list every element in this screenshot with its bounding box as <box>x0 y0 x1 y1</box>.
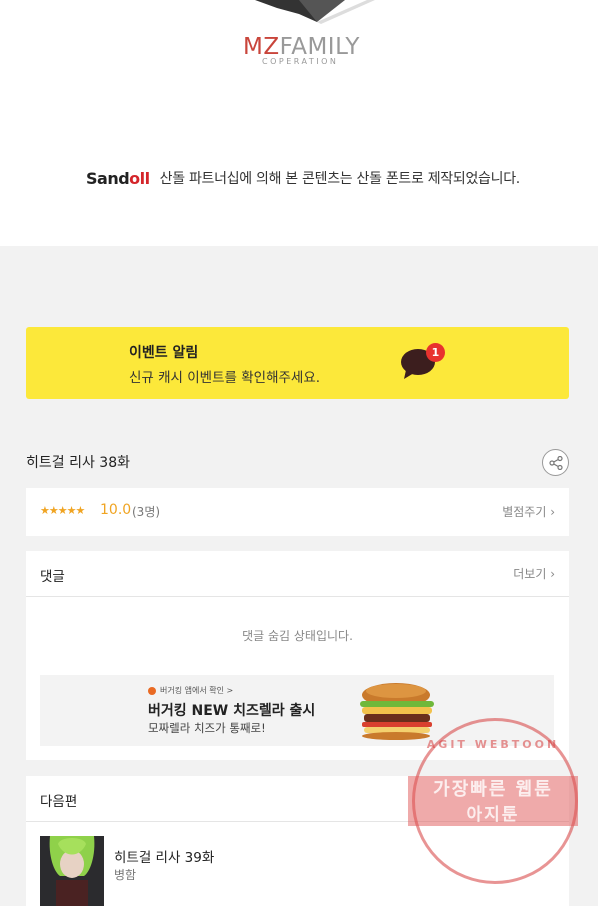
sandoll-notice: Sandoll 산돌 파트너십에 의해 본 콘텐츠는 산돌 폰트로 제작되었습니… <box>86 166 520 190</box>
event-banner[interactable]: 이벤트 알림 신규 캐시 이벤트를 확인해주세요. 1 <box>26 327 569 399</box>
next-episode-title-label: 다음편 <box>40 794 78 810</box>
share-icon <box>549 456 563 470</box>
ad-source: 버거킹 앱에서 확인 > <box>148 685 233 696</box>
comments-more-link[interactable]: 더보기 › <box>513 565 555 582</box>
rate-button[interactable]: 별점주기 › <box>502 503 555 520</box>
event-description: 신규 캐시 이벤트를 확인해주세요. <box>129 370 321 386</box>
burger-king-icon <box>148 686 156 695</box>
episode-title: 히트걸 리사 38화 <box>26 455 130 471</box>
comments-section: 댓글 더보기 › 댓글 숨김 상태입니다. 버거킹 앱에서 확인 > 버거킹 N… <box>26 551 569 760</box>
next-episode-title[interactable]: 히트걸 리사 39화 <box>114 846 214 866</box>
rating-score: 10.0 <box>100 502 132 518</box>
rating-count: (3명) <box>132 505 161 519</box>
logo-graphic-icon <box>255 0 375 24</box>
ad-subtitle: 모짜렐라 치즈가 통째로! <box>148 721 266 735</box>
star-rating-icon: ★★★★★ <box>40 504 85 517</box>
header-area: MZFAMILY COPERATION Sandoll 산돌 파트너십에 의해 … <box>0 0 598 246</box>
next-episode-header: 다음편 <box>26 776 569 822</box>
event-title: 이벤트 알림 <box>129 345 199 361</box>
next-episode-thumbnail[interactable] <box>40 836 104 906</box>
share-button[interactable] <box>542 449 569 476</box>
comments-hidden-status: 댓글 숨김 상태입니다. <box>242 629 353 643</box>
comments-title: 댓글 <box>40 569 65 585</box>
rating-box: ★★★★★ 10.0 (3명) 별점주기 › <box>26 488 569 536</box>
notification-badge: 1 <box>426 343 445 362</box>
logo-subtitle: COPERATION <box>262 57 339 66</box>
next-episode-section: 다음편 히트걸 리사 39화 병함 <box>26 776 569 906</box>
sandoll-logo: Sandoll <box>86 168 150 188</box>
burger-image <box>360 683 434 740</box>
ad-banner[interactable]: 버거킹 앱에서 확인 > 버거킹 NEW 치즈렐라 출시 모짜렐라 치즈가 통째… <box>40 675 554 746</box>
comments-header: 댓글 더보기 › <box>26 551 569 597</box>
next-episode-subtitle: 병함 <box>114 868 137 882</box>
sandoll-notice-text: 산돌 파트너십에 의해 본 콘텐츠는 산돌 폰트로 제작되었습니다. <box>159 171 521 187</box>
ad-title: 버거킹 NEW 치즈렐라 출시 <box>148 703 316 719</box>
